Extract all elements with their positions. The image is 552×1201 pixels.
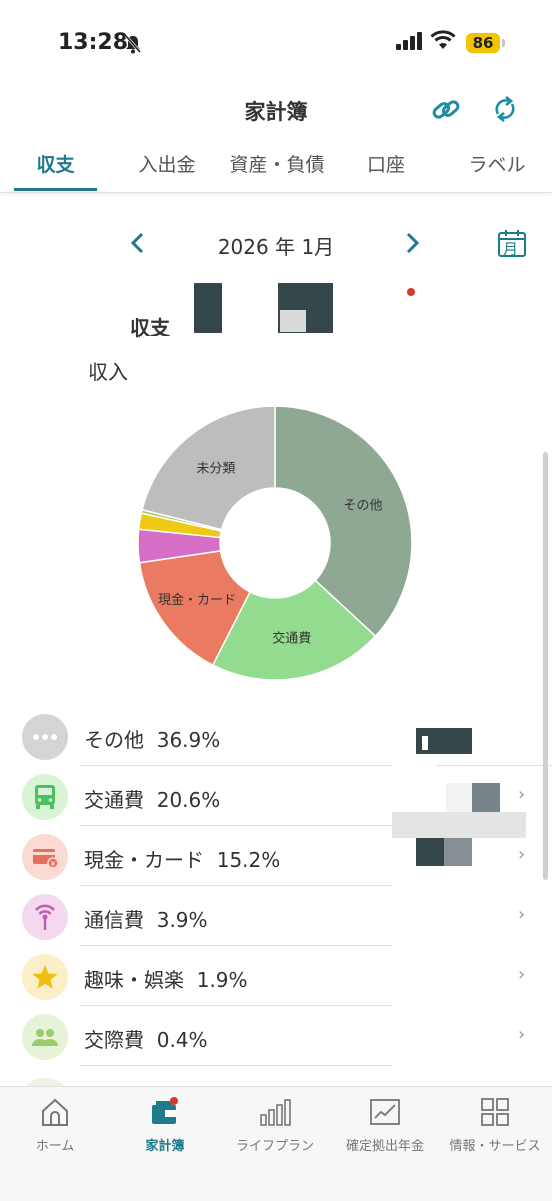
- redaction-block: [472, 783, 500, 813]
- pie-slice-label: 未分類: [196, 461, 235, 476]
- category-name: 交通費: [84, 788, 144, 812]
- link-icon[interactable]: [430, 94, 462, 130]
- chevron-right-icon: ›: [518, 784, 526, 805]
- nav-info-services[interactable]: 情報・サービス: [440, 1097, 550, 1154]
- category-percent: 20.6%: [156, 788, 221, 812]
- tab-transactions[interactable]: 入出金: [122, 150, 212, 177]
- page-title: 家計簿: [244, 100, 308, 124]
- antenna-icon: [22, 894, 68, 940]
- tab-income-expense[interactable]: 収支: [14, 150, 97, 177]
- redaction-block: [416, 838, 444, 866]
- nav-label: 家計簿: [145, 1139, 185, 1154]
- category-row[interactable]: 趣味・娯楽 1.9% ›: [0, 946, 552, 1006]
- calendar-icon[interactable]: 月: [497, 228, 527, 258]
- notification-badge: [407, 288, 415, 296]
- pie-slice-label: 交通費: [272, 631, 311, 647]
- chevron-right-icon: ›: [518, 904, 526, 925]
- redaction-mask: [170, 300, 194, 336]
- redaction-block: [280, 310, 306, 332]
- status-bar: 13:28 86: [0, 0, 552, 90]
- tab-labels[interactable]: ラベル: [452, 150, 542, 177]
- pie-slice-label: 現金・カード: [158, 592, 236, 608]
- bottom-navigation: ホーム 家計簿 ライフプラン 確定拠出年金 情報・サービス: [0, 1086, 552, 1201]
- people-icon: [22, 1014, 68, 1060]
- chevron-right-icon: ›: [518, 964, 526, 985]
- more-dots-icon: [22, 714, 68, 760]
- chevron-right-icon: ›: [518, 1024, 526, 1045]
- month-navigator: 2026 年 1月: [0, 225, 552, 265]
- calendar-label: 月: [503, 240, 519, 258]
- nav-home[interactable]: ホーム: [0, 1097, 110, 1154]
- bus-icon: [22, 774, 68, 820]
- grid-icon: [478, 1098, 512, 1131]
- battery-level: 86: [466, 33, 500, 53]
- month-label: 2026 年 1月: [217, 235, 335, 259]
- cellular-signal-icon: [396, 32, 424, 54]
- card-icon: ¥: [22, 834, 68, 880]
- category-row[interactable]: 交際費 0.4% ›: [0, 1006, 552, 1066]
- tab-bar: 収支 入出金 資産・負債 口座 ラベル: [0, 140, 552, 296]
- star-icon: [22, 954, 68, 1000]
- bar-chart-icon: [258, 1099, 292, 1131]
- active-tab-indicator: [14, 188, 97, 191]
- bell-muted-icon: [124, 34, 142, 58]
- svg-text:¥: ¥: [51, 860, 56, 868]
- status-time: 13:28: [58, 30, 129, 55]
- home-icon: [38, 1098, 72, 1131]
- sync-icon[interactable]: [490, 94, 520, 128]
- category-percent: 3.9%: [156, 908, 208, 932]
- scrollbar[interactable]: [543, 452, 548, 880]
- nav-household-budget[interactable]: 家計簿: [110, 1097, 220, 1154]
- redaction-block: [446, 783, 472, 813]
- category-percent: 36.9%: [156, 728, 221, 752]
- battery-cap: [502, 39, 505, 47]
- nav-life-plan[interactable]: ライフプラン: [220, 1097, 330, 1154]
- category-percent: 0.4%: [156, 1028, 208, 1052]
- category-name: 趣味・娯楽: [84, 968, 184, 992]
- wallet-icon: [148, 1097, 182, 1131]
- category-name: 通信費: [84, 908, 144, 932]
- redaction-block: [392, 812, 526, 838]
- category-percent: 1.9%: [196, 968, 248, 992]
- redaction-block: [194, 283, 222, 333]
- nav-label: 情報・サービス: [449, 1139, 541, 1154]
- category-name: 交際費: [84, 1028, 144, 1052]
- chevron-right-icon: ›: [518, 844, 526, 865]
- tab-assets-liabilities[interactable]: 資産・負債: [222, 150, 332, 177]
- redaction-block: [444, 838, 472, 866]
- category-name: 現金・カード: [84, 848, 204, 872]
- line-chart-icon: [368, 1099, 402, 1131]
- redaction-mask: [333, 300, 393, 336]
- category-name: その他: [84, 728, 144, 752]
- category-donut-chart: その他交通費 現金・カード 未分類: [137, 405, 413, 681]
- nav-pension[interactable]: 確定拠出年金: [330, 1097, 440, 1154]
- chevron-right-icon[interactable]: [402, 231, 422, 259]
- summary-income-label: 収入: [88, 360, 128, 384]
- wifi-icon: [430, 30, 456, 54]
- app-header: 家計簿: [0, 90, 552, 130]
- redaction-mask: [140, 336, 480, 368]
- category-percent: 15.2%: [216, 848, 281, 872]
- redaction-block: [422, 736, 428, 750]
- nav-label: 確定拠出年金: [345, 1139, 424, 1154]
- category-row[interactable]: 通信費 3.9% ›: [0, 886, 552, 946]
- tab-accounts[interactable]: 口座: [356, 150, 416, 177]
- nav-label: ホーム: [35, 1139, 75, 1154]
- pie-slice-label: その他: [343, 499, 382, 514]
- nav-label: ライフプラン: [235, 1139, 314, 1154]
